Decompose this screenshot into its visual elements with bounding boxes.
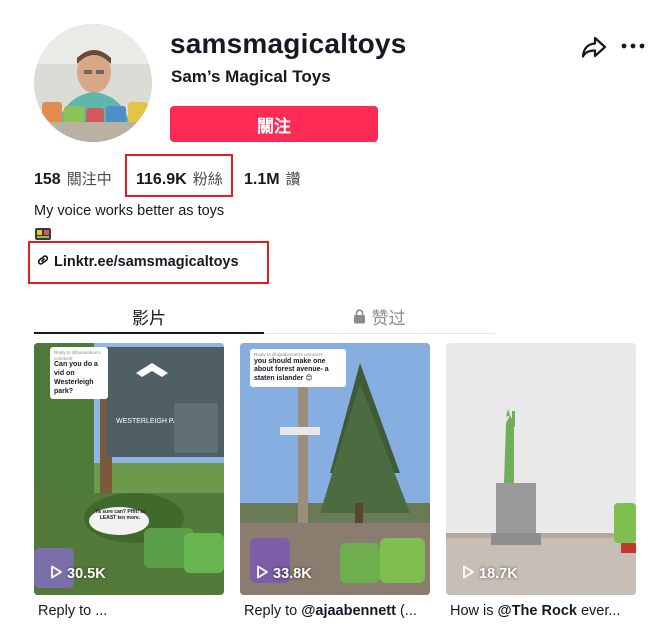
caption-text: (... bbox=[395, 603, 417, 619]
tab-videos-label: 影片 bbox=[132, 308, 166, 328]
caption-text: ever... bbox=[576, 603, 621, 619]
comment-card: Reply to @bonnieboo's comment Can you do… bbox=[50, 347, 108, 400]
likes-count: 1.1M bbox=[244, 171, 280, 188]
tab-liked[interactable]: 赞过 bbox=[264, 298, 494, 334]
tab-videos[interactable]: 影片 bbox=[34, 298, 264, 334]
video-caption-3[interactable]: How is @The Rock ever... bbox=[450, 603, 640, 619]
caption-mention[interactable]: @ajaabennett bbox=[301, 603, 396, 619]
video-caption-2[interactable]: Reply to @ajaabennett (... bbox=[244, 603, 434, 619]
video-thumbnail-3[interactable]: 18.7K bbox=[446, 343, 636, 595]
active-tab-indicator bbox=[34, 332, 264, 334]
view-count: 30.5K bbox=[50, 565, 106, 583]
followers-highlight-box bbox=[125, 154, 233, 197]
video-caption-1[interactable]: Reply to ... bbox=[38, 603, 228, 619]
share-icon[interactable] bbox=[580, 34, 608, 60]
link-highlight-box bbox=[28, 241, 269, 284]
username: samsmagicaltoys bbox=[170, 28, 407, 59]
following-stat[interactable]: 158 關注中 bbox=[34, 168, 112, 189]
likes-label: 讚 bbox=[285, 171, 301, 188]
play-icon bbox=[256, 565, 268, 583]
view-count: 18.7K bbox=[462, 565, 518, 583]
view-count-value: 33.8K bbox=[273, 566, 312, 582]
follow-button[interactable]: 關注 bbox=[170, 106, 378, 142]
speech-bubble-text: Ya sure can? Pffft! at LEAST ten more. bbox=[95, 509, 145, 521]
view-count-value: 18.7K bbox=[479, 566, 518, 582]
comment-text: you should make one about forest avenue-… bbox=[254, 357, 329, 383]
toy-emoji-icon bbox=[34, 226, 52, 242]
following-count: 158 bbox=[34, 171, 61, 188]
view-count-value: 30.5K bbox=[67, 566, 106, 582]
display-name: Sam’s Magical Toys bbox=[171, 67, 331, 86]
caption-mention[interactable]: @The Rock bbox=[498, 603, 577, 619]
view-count: 33.8K bbox=[256, 565, 312, 583]
bio-text: My voice works better as toys bbox=[34, 203, 225, 219]
likes-stat: 1.1M 讚 bbox=[244, 168, 301, 189]
video-thumbnail-1[interactable]: WESTERLEIGH PARK Reply to @bonnieboo's c… bbox=[34, 343, 224, 595]
caption-text: How is bbox=[450, 603, 498, 619]
following-label: 關注中 bbox=[66, 171, 112, 188]
tab-liked-label: 赞过 bbox=[371, 308, 406, 328]
video-thumbnail-2[interactable]: Reply to @ajaabennett's comment you shou… bbox=[240, 343, 430, 595]
comment-header: Reply to @bonnieboo's comment bbox=[54, 350, 101, 361]
play-icon bbox=[50, 565, 62, 583]
avatar[interactable] bbox=[34, 24, 152, 142]
comment-text: Can you do a vid on Westerleigh park? bbox=[54, 361, 98, 395]
comment-card: Reply to @ajaabennett's comment you shou… bbox=[250, 349, 346, 387]
play-icon bbox=[462, 565, 474, 583]
lock-icon bbox=[353, 308, 366, 324]
caption-text: Reply to bbox=[244, 603, 302, 619]
content-tabs: 影片 赞过 bbox=[34, 298, 494, 334]
more-icon[interactable] bbox=[620, 34, 646, 58]
